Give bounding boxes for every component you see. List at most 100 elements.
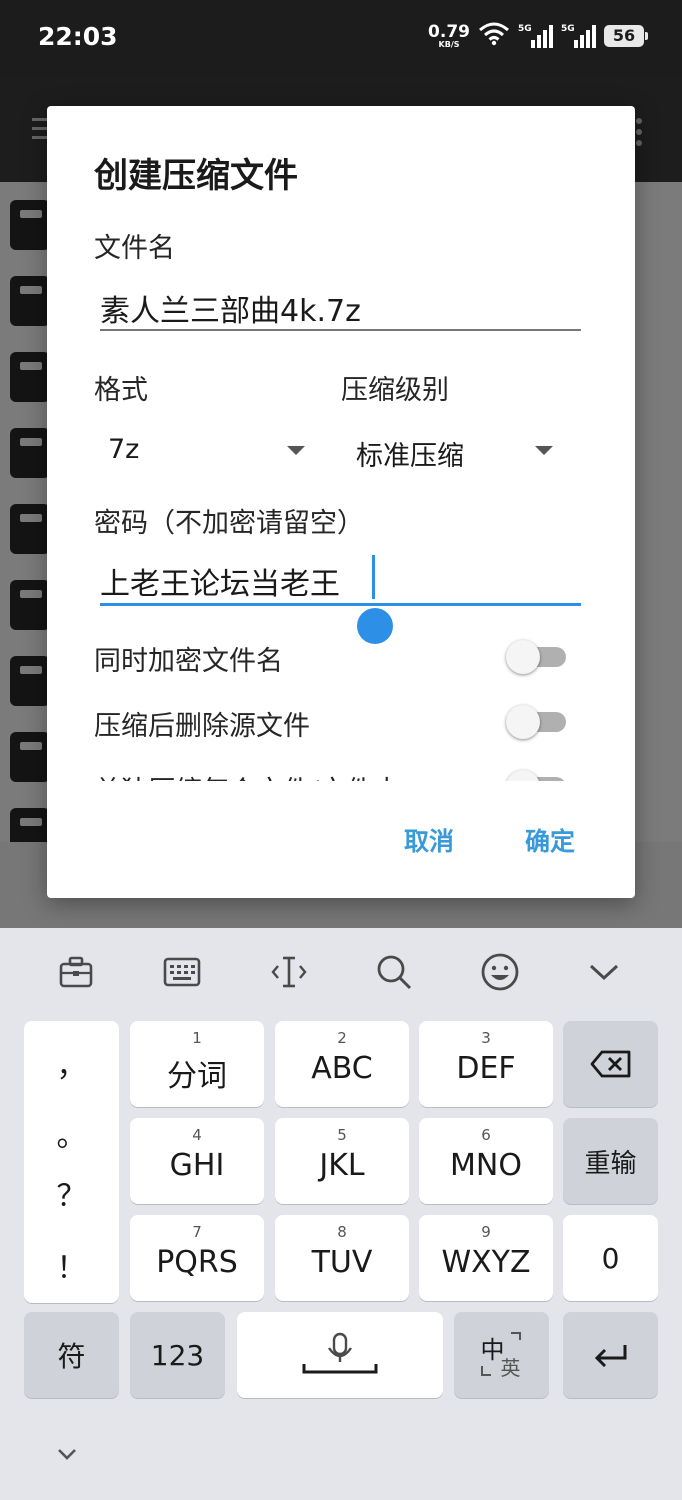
folder-icon	[10, 580, 50, 630]
key-9[interactable]: 9 WXYZ	[419, 1215, 553, 1301]
filename-label: 文件名	[94, 233, 175, 264]
password-input[interactable]: 上老王论坛当老王	[100, 559, 340, 603]
key-label: DEF	[456, 1051, 516, 1086]
ime-keyboard: ， 。 ？ ！ 1 分词 2 ABC 3 DEF 4 GHI 5 JKL 6 M…	[0, 928, 682, 1500]
key-label: 分词	[167, 1059, 227, 1094]
status-time: 22:03	[38, 22, 118, 51]
enter-icon	[563, 1312, 658, 1398]
format-dropdown-arrow-icon[interactable]	[287, 446, 305, 455]
key-number: 4	[192, 1126, 202, 1144]
key-number: 2	[337, 1029, 347, 1047]
symbols-label: 符	[57, 1340, 86, 1373]
text-cursor-icon[interactable]	[269, 952, 309, 992]
punct-question-key[interactable]: ？	[24, 1171, 119, 1215]
key-label: MNO	[450, 1148, 522, 1183]
folder-icon	[10, 656, 50, 706]
key-1[interactable]: 1 分词	[130, 1021, 264, 1107]
status-bar: 22:03 0.79 KB/S 5G 5G 56	[0, 0, 682, 78]
delete-source-label: 压缩后删除源文件	[94, 711, 310, 742]
toolbox-icon[interactable]	[56, 952, 96, 992]
key-number: 5	[337, 1126, 347, 1144]
folder-icon	[10, 504, 50, 554]
punctuation-column[interactable]: ， 。 ？ ！	[24, 1021, 119, 1303]
numbers-key[interactable]: 123	[130, 1312, 225, 1398]
folder-icon	[10, 352, 50, 402]
punct-period-key[interactable]: 。	[24, 1111, 119, 1155]
text-cursor	[372, 555, 375, 599]
hide-keyboard-chevron-icon[interactable]	[56, 1446, 78, 1465]
options-scroll-clip: 单独压缩每个文件/文件夹	[47, 746, 635, 781]
status-icons: 0.79 KB/S 5G 5G 56	[428, 21, 648, 50]
cursor-handle[interactable]	[357, 608, 393, 644]
key-5[interactable]: 5 JKL	[275, 1118, 409, 1204]
format-label: 格式	[94, 375, 148, 406]
language-switch-key[interactable]: 中 英	[454, 1312, 549, 1398]
folder-icon	[10, 428, 50, 478]
folder-icon	[10, 732, 50, 782]
network-speed-value: 0.79	[428, 21, 470, 42]
key-7[interactable]: 7 PQRS	[130, 1215, 264, 1301]
filename-input[interactable]: 素人兰三部曲4k.7z	[100, 286, 361, 330]
battery-icon: 56	[604, 25, 648, 47]
filename-underline	[100, 329, 581, 331]
key-3[interactable]: 3 DEF	[419, 1021, 553, 1107]
key-0[interactable]: 0	[563, 1215, 658, 1301]
keyboard-icon[interactable]	[162, 952, 202, 992]
key-label: WXYZ	[441, 1245, 531, 1280]
key-label: ABC	[311, 1051, 373, 1086]
symbols-key[interactable]: 符	[24, 1312, 119, 1398]
microphone-icon	[237, 1312, 443, 1398]
compress-separately-label: 单独压缩每个文件/文件夹	[94, 769, 400, 781]
sim1-network-label: 5G	[518, 24, 532, 34]
emoji-icon[interactable]	[480, 952, 520, 992]
ok-button[interactable]: 确定	[525, 822, 575, 858]
compress-separately-toggle[interactable]	[506, 765, 568, 781]
lang-sub-label: 英	[500, 1356, 521, 1380]
numbers-label: 123	[150, 1338, 205, 1372]
key-label: GHI	[169, 1148, 225, 1183]
backspace-key[interactable]	[563, 1021, 658, 1107]
compression-level-select[interactable]: 标准压缩	[356, 434, 464, 473]
key-number: 7	[192, 1223, 202, 1241]
key-label: JKL	[319, 1148, 365, 1183]
cancel-button[interactable]: 取消	[404, 822, 454, 858]
password-underline	[100, 603, 581, 606]
key-number: 6	[481, 1126, 491, 1144]
key-number: 3	[481, 1029, 491, 1047]
sim2-network-label: 5G	[561, 24, 575, 34]
enter-key[interactable]	[563, 1312, 658, 1398]
retype-key[interactable]: 重输	[563, 1118, 658, 1204]
folder-icon	[10, 276, 50, 326]
create-archive-dialog: 创建压缩文件 文件名 素人兰三部曲4k.7z 格式 压缩级别 7z 标准压缩 密…	[47, 106, 635, 898]
key-4[interactable]: 4 GHI	[130, 1118, 264, 1204]
key-label: TUV	[311, 1245, 373, 1280]
network-speed: 0.79 KB/S	[428, 21, 470, 49]
language-switch-icon: 中 英	[454, 1312, 549, 1398]
key-number: 9	[481, 1223, 491, 1241]
key-number: 8	[337, 1223, 347, 1241]
password-label: 密码（不加密请留空）	[94, 508, 364, 539]
search-icon[interactable]	[374, 952, 414, 992]
punct-comma-key[interactable]: ，	[24, 1041, 119, 1085]
signal-icon: 5G	[518, 24, 553, 48]
key-2[interactable]: 2 ABC	[275, 1021, 409, 1107]
level-dropdown-arrow-icon[interactable]	[535, 446, 553, 455]
key-8[interactable]: 8 TUV	[275, 1215, 409, 1301]
encrypt-filenames-label: 同时加密文件名	[94, 646, 283, 677]
more-options-icon	[636, 118, 642, 151]
key-6[interactable]: 6 MNO	[419, 1118, 553, 1204]
signal-icon: 5G	[561, 24, 596, 48]
retype-label: 重输	[584, 1148, 637, 1179]
delete-source-toggle[interactable]	[506, 700, 568, 739]
compression-level-label: 压缩级别	[341, 375, 449, 406]
network-speed-unit: KB/S	[438, 39, 460, 49]
encrypt-filenames-toggle[interactable]	[506, 635, 568, 674]
key-number: 1	[192, 1029, 202, 1047]
backspace-icon	[563, 1021, 658, 1107]
key-label: 0	[601, 1241, 620, 1275]
folder-icon	[10, 200, 50, 250]
format-select[interactable]: 7z	[108, 434, 139, 465]
punct-exclaim-key[interactable]: ！	[24, 1243, 119, 1287]
space-key[interactable]	[237, 1312, 443, 1398]
collapse-chevron-icon[interactable]	[584, 952, 624, 992]
